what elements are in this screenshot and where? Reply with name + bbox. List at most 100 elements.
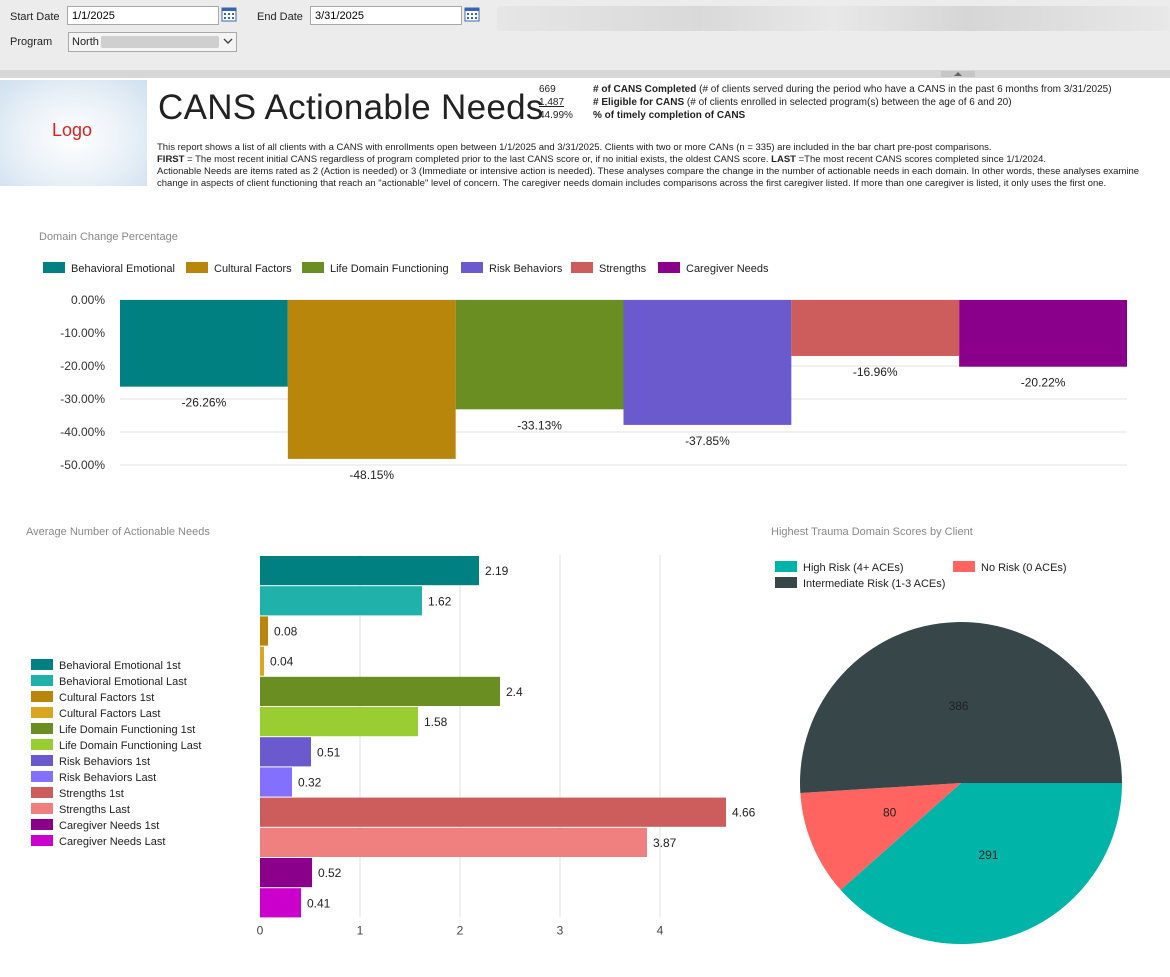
end-date-label: End Date xyxy=(257,11,303,23)
collapse-filter-button[interactable] xyxy=(941,71,975,77)
desc-last-text: =The most recent CANS scores completed s… xyxy=(795,154,1046,165)
legend-item[interactable]: Intermediate Risk (1-3 ACEs) xyxy=(775,577,945,590)
bar xyxy=(260,888,301,918)
legend-label: Behavioral Emotional xyxy=(71,263,175,275)
desc-last-label: LAST xyxy=(771,154,796,165)
data-label: 386 xyxy=(949,699,969,713)
y-tick-label: -20.00% xyxy=(60,359,105,373)
x-tick-label: 1 xyxy=(357,923,364,937)
data-label: -33.13% xyxy=(517,418,562,432)
report-description: This report shows a list of all clients … xyxy=(157,142,1157,190)
bar xyxy=(959,300,1127,367)
legend-item[interactable]: Behavioral Emotional xyxy=(43,262,175,275)
legend-item[interactable]: Risk Behaviors xyxy=(461,262,562,275)
stat-eligible-note: (# of clients enrolled in selected progr… xyxy=(684,97,1012,108)
calendar-icon[interactable] xyxy=(464,6,480,22)
desc-rest: Actionable Needs are items rated as 2 (A… xyxy=(157,166,1140,189)
program-select[interactable]: North xyxy=(68,32,237,52)
stat-eligible: # Eligible for CANS (# of clients enroll… xyxy=(593,97,1012,108)
legend-item[interactable]: Cultural Factors xyxy=(186,262,292,275)
trauma-pie-chart: 291 80 386 xyxy=(800,622,1122,944)
bar xyxy=(260,556,479,586)
data-label: 0.51 xyxy=(317,745,341,759)
desc-first-label: FIRST xyxy=(157,154,185,165)
legend-item[interactable]: Life Domain Functioning xyxy=(302,262,449,275)
filter-bar-divider xyxy=(0,70,1170,78)
stat-value-eligible[interactable]: 1,487 xyxy=(539,97,564,108)
logo-text: Logo xyxy=(52,120,93,140)
page-title: CANS Actionable Needs xyxy=(158,88,544,127)
desc-line-2: FIRST = The most recent initial CANS reg… xyxy=(157,154,1157,166)
redacted-program-text xyxy=(101,36,219,48)
bar xyxy=(260,797,726,827)
chart-title-trauma: Highest Trauma Domain Scores by Client xyxy=(771,526,973,538)
legend-item[interactable]: No Risk (0 ACEs) xyxy=(953,561,1067,574)
program-label: Program xyxy=(10,36,53,48)
stat-completed-note: (# of clients served during the period w… xyxy=(696,84,1112,95)
desc-line-1: This report shows a list of all clients … xyxy=(157,142,992,153)
calendar-icon[interactable] xyxy=(221,6,237,22)
legend-label: Strengths xyxy=(599,263,647,275)
legend-swatch xyxy=(953,561,975,572)
stat-value-timely: 44.99% xyxy=(539,110,573,121)
bar xyxy=(260,707,418,737)
x-tick-label: 2 xyxy=(457,923,464,937)
legend-swatch xyxy=(571,262,593,273)
y-tick-label: 0.00% xyxy=(71,293,105,307)
end-date-input[interactable]: 3/31/2025 xyxy=(310,6,462,25)
y-tick-label: -30.00% xyxy=(60,392,105,406)
legend-swatch xyxy=(302,262,324,273)
y-tick-label: -40.00% xyxy=(60,425,105,439)
bar xyxy=(260,858,312,888)
data-label: 0.08 xyxy=(274,625,298,639)
legend-label: Life Domain Functioning xyxy=(330,263,449,275)
legend-item[interactable]: Strengths xyxy=(571,262,646,275)
y-tick-label: -10.00% xyxy=(60,326,105,340)
data-label: -48.15% xyxy=(349,468,394,482)
program-value: North xyxy=(72,36,99,48)
bar xyxy=(120,300,288,387)
y-tick-label: -50.00% xyxy=(60,458,105,472)
data-label: 0.41 xyxy=(307,896,331,910)
data-label: 2.4 xyxy=(506,685,523,699)
start-date-input[interactable]: 1/1/2025 xyxy=(67,6,219,25)
chevron-down-icon xyxy=(223,38,233,44)
data-label: 1.62 xyxy=(428,594,452,608)
data-label: -26.26% xyxy=(182,396,227,410)
chart-title-domain-change: Domain Change Percentage xyxy=(39,231,178,243)
data-label: 2.19 xyxy=(485,564,509,578)
legend-swatch xyxy=(461,262,483,273)
data-label: 0.52 xyxy=(318,866,342,880)
x-tick-label: 3 xyxy=(557,923,564,937)
legend-swatch xyxy=(186,262,208,273)
legend-swatch xyxy=(658,262,680,273)
data-label: -37.85% xyxy=(685,434,730,448)
data-label: -16.96% xyxy=(853,365,898,379)
legend-swatch xyxy=(775,577,797,588)
legend-item[interactable]: High Risk (4+ ACEs) xyxy=(775,561,904,574)
redacted-filter-area xyxy=(497,6,1169,31)
chevron-up-icon xyxy=(954,72,962,76)
legend-label: Cultural Factors xyxy=(214,263,292,275)
data-label: 0.32 xyxy=(298,776,322,790)
bar xyxy=(260,767,292,797)
stat-value-completed: 669 xyxy=(539,84,556,95)
stat-completed: # of CANS Completed (# of clients served… xyxy=(593,84,1112,95)
data-label: 0.04 xyxy=(270,655,294,669)
stat-eligible-label: # Eligible for CANS xyxy=(593,97,685,108)
legend-item[interactable]: Caregiver Needs xyxy=(658,262,769,275)
data-label: 291 xyxy=(978,848,998,862)
bar xyxy=(287,300,456,459)
legend-label: Caregiver Needs xyxy=(686,263,769,275)
data-label: -20.22% xyxy=(1021,376,1066,390)
desc-first-text: = The most recent initial CANS regardles… xyxy=(184,154,772,165)
stat-completed-label: # of CANS Completed xyxy=(593,84,697,95)
bar xyxy=(791,300,960,356)
legend-swatch xyxy=(43,262,65,273)
bar xyxy=(623,300,792,425)
bar xyxy=(260,676,500,706)
bar xyxy=(260,586,422,616)
x-tick-label: 4 xyxy=(657,923,664,937)
avg-needs-chart: 0 1 2 3 4 2.19 1.62 0.08 0.04 2.4 1.58 0.51 0.32 4.66… xyxy=(257,555,756,937)
legend-label: Intermediate Risk (1-3 ACEs) xyxy=(803,578,946,590)
